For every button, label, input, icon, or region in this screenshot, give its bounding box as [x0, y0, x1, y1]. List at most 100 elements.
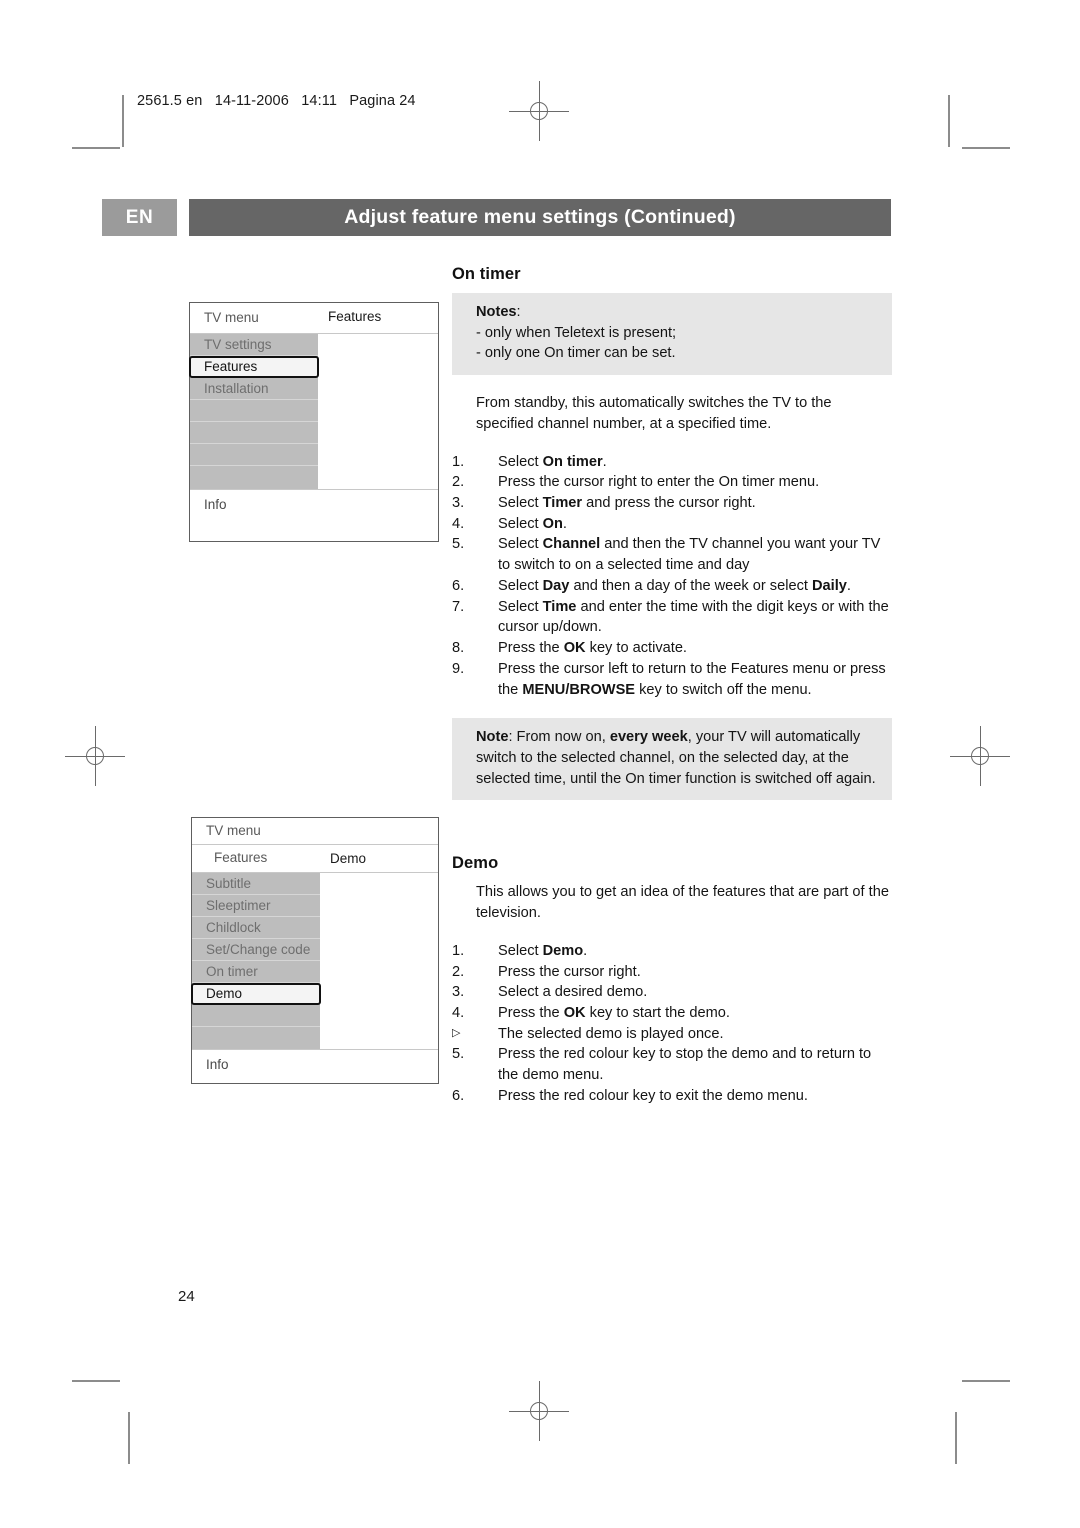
tv-menu-screenshot-features: TV menu Features TV settings Features In… [189, 302, 439, 542]
tv-menu-title-left: TV menu [206, 823, 261, 838]
tv-menu-title-row: TV menu [192, 818, 438, 845]
page-title: Adjust feature menu settings (Continued) [189, 199, 891, 236]
step-item: 1. Select Demo. [452, 941, 892, 962]
main-content: On timer Notes: - only when Teletext is … [452, 265, 892, 1107]
tv-menu-item-label: Features [204, 359, 258, 374]
tv-menu-item-subtitle[interactable]: Subtitle [192, 873, 320, 895]
tv-menu-item-set-change-code[interactable]: Set/Change code [192, 939, 320, 961]
step-number: ▷ [452, 1026, 461, 1039]
registration-mark-bottom [509, 1381, 569, 1441]
notes-box-on-timer: Notes: - only when Teletext is present; … [452, 293, 892, 376]
language-badge: EN [102, 199, 177, 236]
tv-menu-item-installation[interactable]: Installation [190, 378, 318, 400]
tv-menu-item-empty [192, 1027, 320, 1049]
tv-menu-item-label: Subtitle [206, 876, 252, 891]
step-text: Press the OK key to start the demo. [498, 1004, 730, 1021]
registration-mark-left [65, 726, 125, 786]
step-item: ▷ The selected demo is played once. [452, 1024, 892, 1045]
crop-mark-bottom-right-horizontal [962, 1380, 1010, 1382]
step-text: Select Channel and then the TV channel y… [498, 536, 881, 574]
note-box-on-timer-weekly: Note: From now on, every week, your TV w… [452, 718, 892, 801]
registration-mark-top [509, 81, 569, 141]
document-meta-line: 2561.5 en 14-11-2006 14:11 Pagina 24 [137, 93, 416, 109]
crop-mark-bottom-left-vertical [128, 1412, 130, 1464]
tv-menu-item-empty [192, 1005, 320, 1027]
step-item: 6. Press the red colour key to exit the d… [452, 1086, 892, 1107]
crop-mark-bottom-left-horizontal [72, 1380, 120, 1382]
tv-menu-item-tv-settings[interactable]: TV settings [190, 334, 318, 356]
notes-title: Notes [476, 304, 517, 320]
tv-menu-sub-right: Demo [330, 851, 367, 866]
tv-menu-info-row: Info [190, 489, 438, 542]
crop-mark-top-left-vertical [122, 95, 124, 147]
tv-menu-item-demo[interactable]: Demo [191, 983, 321, 1005]
crop-mark-top-right-horizontal [962, 147, 1010, 149]
step-number: 9. [452, 660, 465, 677]
step-item: 9. Press the cursor left to return to the… [452, 659, 892, 700]
step-text: Select Timer and press the cursor right. [498, 495, 756, 512]
step-text: The selected demo is played once. [498, 1025, 724, 1042]
tv-menu-item-label: Installation [204, 381, 269, 396]
step-text: Select Time and enter the time with the … [498, 598, 889, 636]
tv-menu-item-label: Demo [206, 986, 243, 1001]
tv-menu-item-label: TV settings [204, 337, 272, 352]
on-timer-intro-paragraph: From standby, this automatically switche… [476, 395, 832, 432]
page-number: 24 [178, 1288, 195, 1305]
step-text: Press the OK key to activate. [498, 640, 687, 657]
step-number: 1. [452, 453, 465, 470]
tv-menu-item-label: On timer [206, 964, 258, 979]
tv-menu-info-label: Info [204, 497, 227, 512]
crop-mark-top-left-horizontal [72, 147, 120, 149]
tv-menu-title-row: TV menu Features [190, 303, 438, 334]
tv-menu-item-label: Sleeptimer [206, 898, 271, 913]
step-number: 5. [452, 1046, 465, 1063]
step-text: Select On. [498, 515, 567, 532]
tv-menu-item-empty [190, 444, 318, 466]
step-number: 6. [452, 1087, 465, 1104]
step-item: 7. Select Time and enter the time with th… [452, 597, 892, 638]
step-item: 8. Press the OK key to activate. [452, 638, 892, 659]
tv-menu-item-features[interactable]: Features [189, 356, 319, 378]
notes-line-1: - only when Teletext is present; [476, 324, 677, 341]
step-number: 3. [452, 495, 465, 512]
step-number: 6. [452, 577, 465, 594]
tv-menu-sub-left: Features [214, 850, 268, 865]
demo-steps-list: 1. Select Demo. 2. Press the cursor right. 3… [452, 941, 892, 1107]
tv-menu-body: TV settings Features Installation [189, 334, 438, 489]
tv-menu-title-right: Features [328, 309, 382, 324]
notes-title-line: Notes: [476, 302, 879, 323]
section-heading-demo: Demo [452, 854, 499, 873]
tv-menu-item-empty [190, 466, 318, 488]
tv-menu-item-childlock[interactable]: Childlock [192, 917, 320, 939]
tv-menu-body: Subtitle Sleeptimer Childlock Set/Change… [191, 873, 438, 1049]
step-item: 3. Select a desired demo. [452, 982, 892, 1003]
tv-menu-sub-row: Features Demo [192, 845, 438, 873]
registration-mark-right [950, 726, 1010, 786]
tv-menu-info-label: Info [206, 1057, 229, 1072]
tv-menu-item-empty [190, 400, 318, 422]
step-item: 3. Select Timer and press the cursor righ… [452, 493, 892, 514]
step-item: 6. Select Day and then a day of the week … [452, 576, 892, 597]
step-item: 2. Press the cursor right. [452, 962, 892, 983]
step-number: 5. [452, 536, 465, 553]
crop-mark-bottom-right-vertical [955, 1412, 957, 1464]
tv-menu-item-label: Set/Change code [206, 942, 311, 957]
step-text: Press the cursor left to return to the F… [498, 660, 886, 698]
section-heading-on-timer: On timer [452, 265, 521, 283]
step-number: 4. [452, 1004, 465, 1021]
step-item: 4. Select On. [452, 514, 892, 535]
step-text: Select On timer. [498, 453, 607, 470]
notes-line-2: - only one On timer can be set. [476, 345, 676, 362]
tv-menu-title-left: TV menu [204, 310, 259, 325]
step-text: Select Demo. [498, 942, 588, 959]
step-text: Press the red colour key to stop the dem… [498, 1046, 872, 1084]
tv-menu-item-label: Childlock [206, 920, 261, 935]
step-number: 2. [452, 474, 465, 491]
step-item: 5. Press the red colour key to stop the d… [452, 1044, 892, 1085]
tv-menu-item-sleeptimer[interactable]: Sleeptimer [192, 895, 320, 917]
tv-menu-item-on-timer[interactable]: On timer [192, 961, 320, 983]
step-item: 5. Select Channel and then the TV channel… [452, 534, 892, 575]
tv-menu-item-empty [190, 422, 318, 444]
step-text: Press the red colour key to exit the dem… [498, 1087, 808, 1104]
step-number: 2. [452, 963, 465, 980]
